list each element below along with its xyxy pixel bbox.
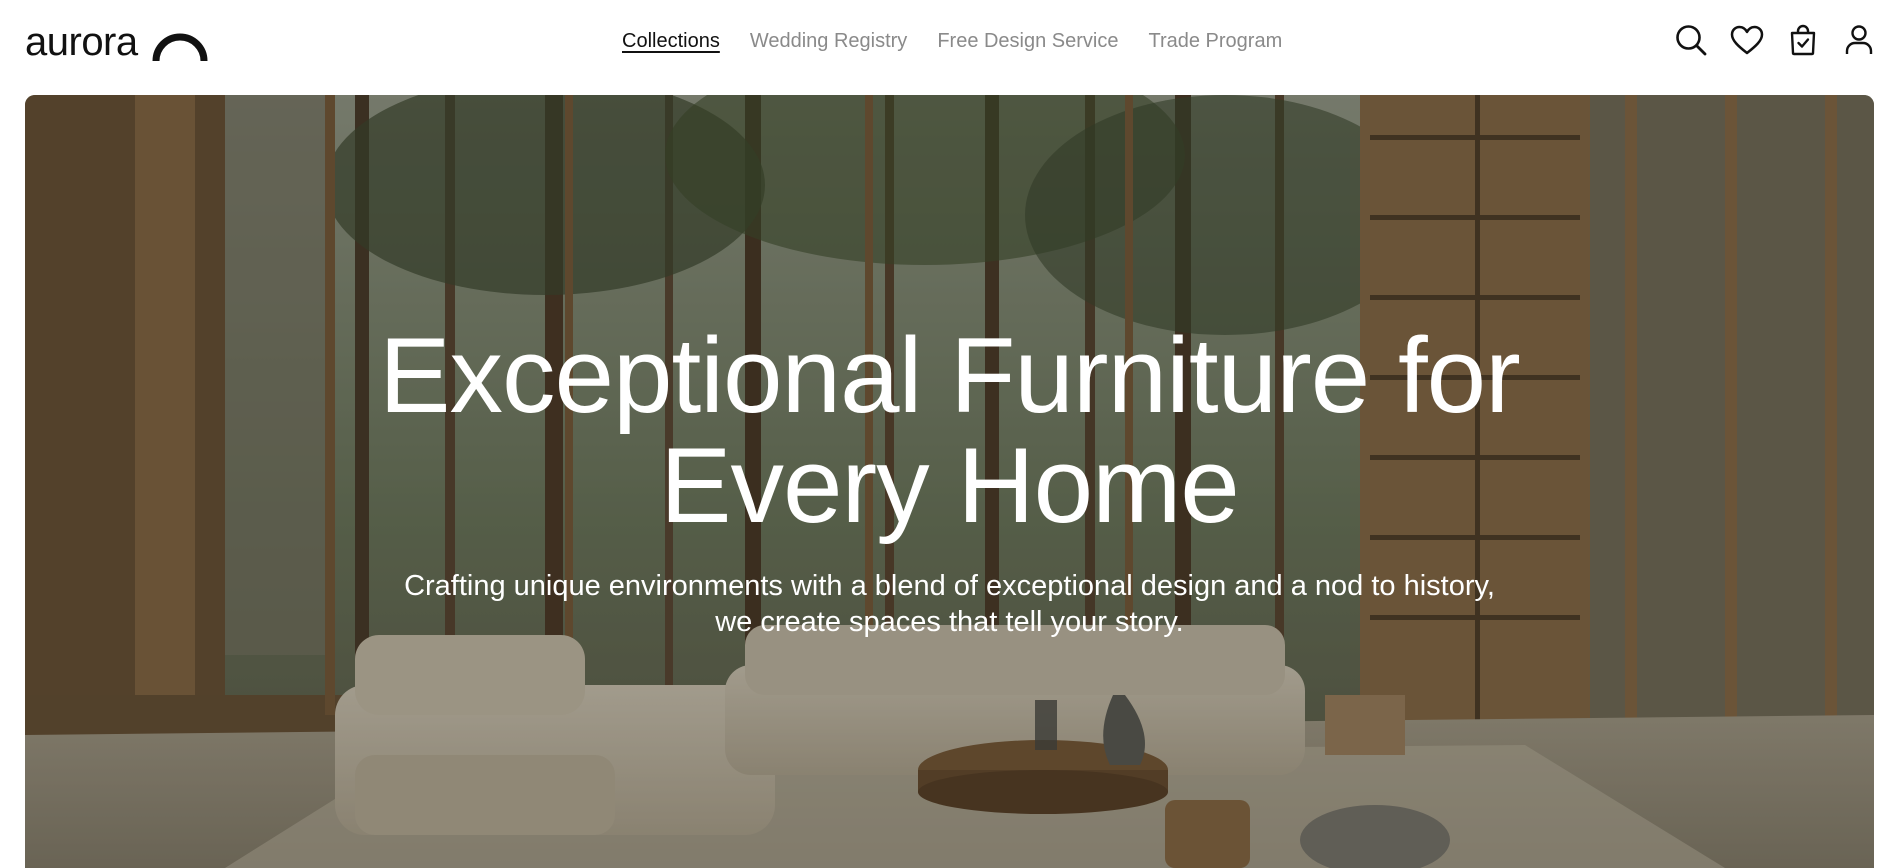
- search-icon[interactable]: [1674, 22, 1708, 58]
- hero-title-line-1: Exceptional Furniture for: [379, 315, 1521, 435]
- brand-logo[interactable]: aurora: [25, 20, 208, 64]
- site-header: aurora Collections Wedding Registry Free…: [0, 0, 1900, 90]
- user-icon[interactable]: [1842, 22, 1876, 58]
- heart-icon[interactable]: [1730, 22, 1764, 58]
- hero-subtitle-line-2: we create spaces that tell your story.: [715, 606, 1184, 638]
- hero-subtitle: Crafting unique environments with a blen…: [25, 568, 1874, 640]
- nav-trade-program[interactable]: Trade Program: [1149, 30, 1283, 53]
- hero-title: Exceptional Furniture for Every Home: [25, 320, 1874, 540]
- nav-free-design-service[interactable]: Free Design Service: [937, 30, 1118, 53]
- nav-collections[interactable]: Collections: [622, 30, 720, 53]
- hero-subtitle-line-1: Crafting unique environments with a blen…: [404, 570, 1495, 602]
- shopping-bag-icon[interactable]: [1786, 22, 1820, 58]
- logo-arch-icon: [152, 33, 208, 61]
- brand-name: aurora: [25, 20, 138, 64]
- header-actions: [1674, 22, 1876, 58]
- main-nav: Collections Wedding Registry Free Design…: [622, 30, 1282, 53]
- hero-banner: Exceptional Furniture for Every Home Cra…: [25, 95, 1874, 868]
- hero-title-line-2: Every Home: [660, 425, 1240, 545]
- nav-wedding-registry[interactable]: Wedding Registry: [750, 30, 907, 53]
